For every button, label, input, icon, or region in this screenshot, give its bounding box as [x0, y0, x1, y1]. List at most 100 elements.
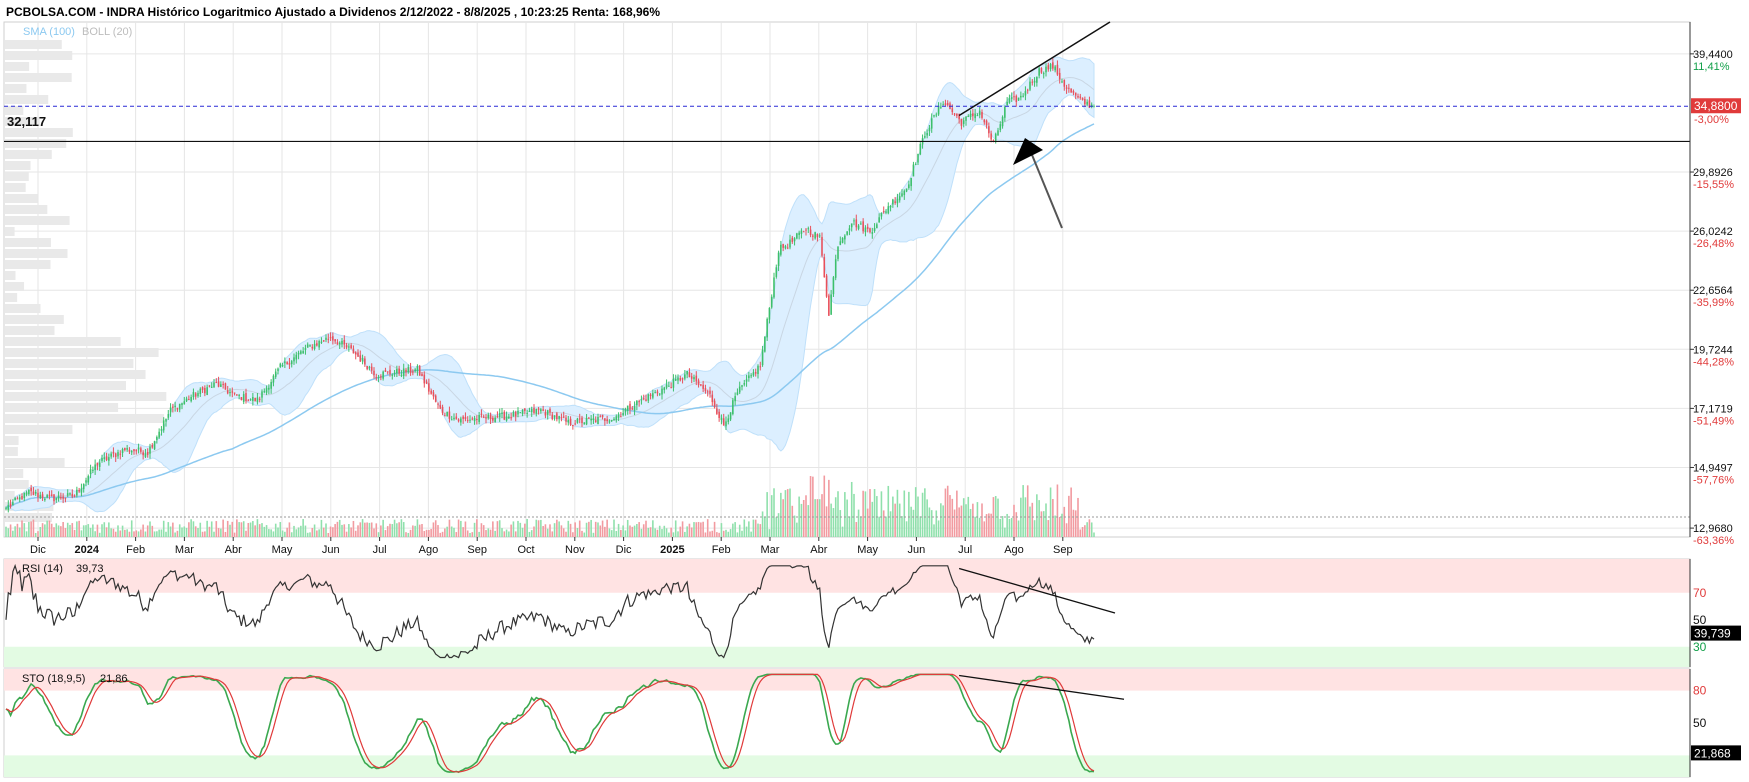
volume-bar	[498, 520, 501, 537]
candle-body	[7, 505, 10, 510]
volume-bar	[92, 524, 94, 537]
candle-body	[412, 371, 414, 373]
volume-bar	[791, 505, 794, 537]
volume-bar	[613, 519, 615, 537]
volume-bar	[386, 526, 389, 537]
time-tick-label: Jun	[908, 544, 926, 556]
candle-body	[994, 133, 997, 142]
volume-bar	[1065, 523, 1068, 537]
volume-bar	[220, 528, 222, 537]
volume-bar	[201, 531, 204, 537]
volume-bar	[535, 519, 538, 537]
volume-bar	[354, 530, 357, 537]
volume-profile-bar	[5, 293, 18, 302]
volume-bar	[46, 520, 48, 537]
volume-bar	[711, 530, 714, 537]
candle-body	[908, 184, 910, 188]
candle-body	[825, 275, 828, 297]
volume-bar	[34, 532, 37, 537]
volume-bar	[288, 522, 291, 537]
candle-body	[636, 400, 638, 406]
candle-body	[28, 489, 30, 495]
volume-profile-bar	[5, 249, 68, 258]
volume-profile-bar	[5, 62, 30, 71]
candle-body	[69, 493, 71, 495]
candle-body	[780, 244, 782, 255]
candle-body	[574, 423, 576, 425]
volume-bar	[242, 521, 245, 537]
price-tick-label: 17,1719	[1693, 403, 1733, 415]
candle-body	[66, 493, 69, 496]
volume-bar	[279, 522, 282, 537]
volume-bar	[249, 522, 252, 537]
volume-bar	[750, 531, 752, 537]
volume-bar	[432, 522, 435, 537]
candle-body	[101, 458, 103, 461]
volume-bar	[423, 530, 426, 537]
candle-body	[997, 130, 999, 136]
volume-bar	[926, 499, 928, 537]
candle-body	[704, 388, 707, 392]
volume-bar	[805, 495, 807, 537]
price-tick-label: 39,4400	[1693, 49, 1733, 61]
volume-bar	[517, 520, 519, 537]
volume-bar	[1001, 516, 1004, 537]
candle-body	[199, 388, 202, 394]
volume-bar	[1047, 520, 1050, 537]
volume-bar	[864, 491, 867, 537]
price-tick-pct: -57,76%	[1693, 474, 1734, 486]
volume-bar	[245, 530, 247, 537]
boll-legend[interactable]: BOLL (20)	[82, 26, 132, 38]
volume-bar	[151, 525, 154, 537]
volume-bar	[551, 531, 554, 537]
volume-bar	[860, 516, 862, 537]
time-tick-label: Abr	[225, 544, 242, 556]
candle-body	[258, 398, 261, 400]
candle-body	[14, 497, 16, 501]
candle-body	[332, 336, 334, 341]
volume-bar	[428, 529, 430, 537]
volume-bar	[784, 490, 787, 537]
candle-body	[1017, 97, 1020, 101]
candle-body	[158, 431, 160, 438]
volume-bar	[942, 505, 944, 537]
volume-profile-bar	[5, 447, 18, 456]
candle-body	[50, 494, 53, 496]
volume-bar	[999, 518, 1002, 537]
chart-canvas[interactable]: 39,440011,41% 29,8926-15,55% 26,0242-26,48…	[0, 0, 1749, 782]
candle-body	[236, 394, 238, 396]
volume-bar	[553, 523, 556, 537]
candle-body	[272, 375, 275, 383]
candle-body	[1077, 96, 1079, 98]
volume-bar	[412, 525, 414, 537]
candle-body	[956, 113, 958, 116]
price-tick-pct: -15,55%	[1693, 179, 1734, 191]
volume-bar	[236, 519, 238, 537]
volume-bar	[832, 508, 835, 537]
time-axis: Dic 2024 Feb Mar Abr May Jun Jul Ago Sep Oct Nov Dic…	[30, 537, 1073, 556]
candle-body	[430, 390, 432, 394]
sma-legend[interactable]: SMA (100)	[23, 26, 75, 38]
candle-body	[489, 414, 492, 420]
candle-body	[535, 408, 538, 414]
candle-body	[1065, 87, 1068, 89]
candle-body	[270, 381, 272, 389]
volume-bar	[192, 521, 195, 537]
candle-body	[151, 444, 154, 448]
volume-bar	[901, 516, 903, 537]
volume-bar	[937, 520, 940, 537]
candle-body	[654, 392, 656, 394]
volume-bar	[5, 526, 7, 537]
volume-bar	[482, 525, 485, 537]
candle-body	[670, 387, 672, 389]
candle-body	[16, 498, 19, 500]
volume-bar	[894, 503, 896, 537]
candle-body	[494, 417, 496, 422]
candle-body	[1020, 95, 1022, 98]
volume-bar	[448, 519, 451, 537]
volume-bar	[1074, 510, 1077, 537]
candle-body	[953, 113, 956, 115]
volume-bar	[21, 520, 23, 537]
candle-body	[775, 267, 778, 277]
candle-body	[167, 414, 170, 418]
